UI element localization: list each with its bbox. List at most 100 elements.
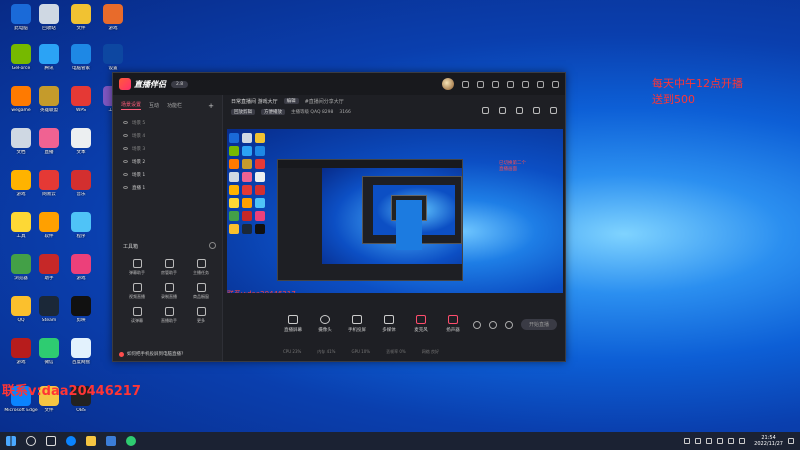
desktop-icon[interactable]: 英雄联盟 (32, 86, 66, 126)
tool-item[interactable]: 弹幕助手 (121, 259, 153, 276)
announcement-line-2: 送到500 (652, 93, 695, 106)
desktop-icon[interactable]: 网易云 (32, 170, 66, 210)
media-button[interactable]: 多媒体 (379, 315, 399, 333)
tool-item[interactable]: 视频直播 (121, 283, 153, 300)
timer-icon[interactable] (488, 320, 497, 329)
video-icon[interactable] (472, 320, 481, 329)
preview-desktop-icons (229, 133, 265, 234)
desktop-icon[interactable]: 微信 (32, 338, 66, 378)
shop-icon (196, 283, 206, 292)
main-area: 日常直播间 游戏大厅 编辑 #直播间分享大厅 回放剪辑 方便播放 主播等级 QA… (223, 95, 565, 361)
tab-functions[interactable]: 功能栏 (167, 102, 182, 109)
gear-icon[interactable] (504, 320, 513, 329)
scene-item[interactable]: 场景 4 (123, 129, 212, 142)
replay-tag[interactable]: 回放剪辑 (231, 109, 255, 115)
share-icon[interactable] (550, 107, 557, 114)
eye-icon[interactable] (123, 134, 128, 137)
scene-item[interactable]: 直播 1 (123, 181, 212, 194)
menu-icon[interactable] (507, 80, 514, 88)
tool-item[interactable]: 房管助手 (153, 259, 185, 276)
tool-label: 弹幕助手 (129, 270, 145, 275)
desktop-icon[interactable]: 助手 (32, 254, 66, 294)
desktop-icon[interactable]: 程序 (64, 212, 98, 252)
edge-icon[interactable] (66, 436, 76, 446)
lock-icon[interactable] (499, 107, 506, 114)
tool-item[interactable]: 读弹幕 (121, 307, 153, 324)
microphone-icon (416, 315, 426, 324)
screen-capture-button[interactable]: 直播屏幕 (283, 315, 303, 333)
tray-icon[interactable] (695, 438, 702, 444)
tool-item[interactable]: 录制直播 (153, 283, 185, 300)
tool-item[interactable]: 直播助手 (153, 307, 185, 324)
start-live-button[interactable]: 开始直播 (520, 319, 557, 330)
minimize-icon[interactable] (522, 80, 529, 88)
eye-icon[interactable] (123, 147, 128, 150)
version-badge[interactable]: 2.8 (171, 80, 189, 88)
desktop-icon[interactable]: 直播 (32, 128, 66, 168)
search-icon[interactable] (26, 436, 36, 446)
message-icon[interactable] (492, 80, 499, 88)
mobile-cast-hint[interactable]: 如何把手机投屏到电脑直播? (119, 351, 183, 357)
tab-interact[interactable]: 互动 (149, 102, 159, 109)
alert-dot-icon (119, 351, 124, 357)
task-view-icon[interactable] (46, 436, 56, 446)
app-name: 直播伴侣 (134, 79, 166, 89)
wechat-icon[interactable] (126, 436, 136, 446)
desktop-icon[interactable]: 游戏 (96, 4, 130, 44)
close-icon[interactable] (552, 80, 559, 88)
desktop-icon[interactable]: 百度网盘 (64, 338, 98, 378)
tool-item[interactable]: 商品橱窗 (185, 283, 217, 300)
tool-item[interactable]: 更多 (185, 307, 217, 324)
speaker-button[interactable]: 扬声器 (443, 315, 463, 333)
bell-icon[interactable] (533, 107, 540, 114)
phone-icon (352, 315, 362, 324)
tray-icon[interactable] (717, 438, 724, 444)
windows-start-icon[interactable] (6, 436, 16, 446)
file-explorer-icon[interactable] (86, 436, 96, 446)
eye-icon[interactable] (123, 121, 128, 124)
scene-item[interactable]: 场景 3 (123, 142, 212, 155)
edit-button[interactable]: 编辑 (283, 98, 299, 104)
live-preview[interactable]: 已切换第二个 直播画面 联系v:daa20446217 (227, 129, 563, 315)
desktop-icon[interactable]: WPS (64, 86, 98, 126)
desktop-icon[interactable]: 剪映 (64, 296, 98, 336)
desktop-icon[interactable]: 回收站 (32, 4, 66, 44)
record-icon[interactable] (482, 107, 489, 114)
volume-icon[interactable] (739, 438, 746, 444)
scene-item[interactable]: 场景 5 (123, 116, 212, 129)
toolbox-collapse-icon[interactable] (209, 242, 216, 249)
tool-label: 房管助手 (161, 270, 177, 275)
tab-scenes[interactable]: 场景设置 (121, 101, 142, 110)
camera-button[interactable]: 摄像头 (315, 315, 335, 333)
eye-icon[interactable] (123, 186, 128, 189)
microphone-button[interactable]: 麦克风 (411, 315, 431, 333)
desktop-icon[interactable]: 腾讯 (32, 44, 66, 84)
desktop-icon[interactable]: 文本 (64, 128, 98, 168)
network-icon[interactable] (728, 438, 735, 444)
add-scene-button[interactable]: + (208, 102, 214, 110)
scene-item[interactable]: 场景 1 (123, 168, 212, 181)
gift-icon[interactable] (462, 80, 469, 88)
system-clock[interactable]: 21:54 2022/11/27 (754, 435, 783, 447)
phone-cast-button[interactable]: 手机投屏 (347, 315, 367, 333)
settings-icon[interactable] (477, 80, 484, 88)
share-tag[interactable]: #直播间分享大厅 (305, 98, 344, 105)
layout-icon[interactable] (516, 107, 523, 114)
tray-icon[interactable] (706, 438, 713, 444)
tool-item[interactable]: 主播任务 (185, 259, 217, 276)
desktop-icon[interactable]: 游戏 (64, 254, 98, 294)
eye-icon[interactable] (123, 173, 128, 176)
desktop-icon[interactable]: Steam (32, 296, 66, 336)
play-tag[interactable]: 方便播放 (261, 109, 285, 115)
desktop-icon[interactable]: 软件 (32, 212, 66, 252)
avatar[interactable] (442, 78, 454, 90)
maximize-icon[interactable] (537, 80, 544, 88)
tray-icon[interactable] (684, 438, 691, 444)
notification-icon[interactable] (788, 438, 794, 444)
scene-item[interactable]: 场景 2 (123, 155, 212, 168)
desktop-icon[interactable]: 文件 (64, 4, 98, 44)
desktop-icon[interactable]: 电脑管家 (64, 44, 98, 84)
eye-icon[interactable] (123, 160, 128, 163)
desktop-icon[interactable]: 音乐 (64, 170, 98, 210)
store-icon[interactable] (106, 436, 116, 446)
